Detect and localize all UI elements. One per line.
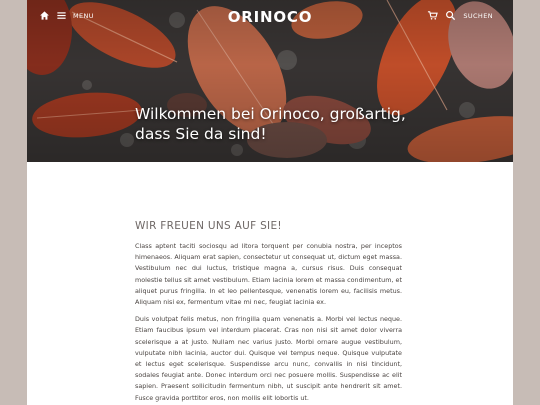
section-heading: WIR FREUEN UNS AUF SIE! xyxy=(135,220,282,232)
hero-banner: MENU ORINOCO SUCHEN Wilkommen bei Orinoc… xyxy=(27,0,513,162)
paragraph: Class aptent taciti sociosqu ad litora t… xyxy=(135,242,402,307)
site-logo[interactable]: ORINOCO xyxy=(27,8,513,26)
paragraph: Duis volutpat felis metus, non fringilla… xyxy=(135,315,402,402)
main-content: WIR FREUEN UNS AUF SIE! Class aptent tac… xyxy=(135,220,402,405)
page: MENU ORINOCO SUCHEN Wilkommen bei Orinoc… xyxy=(27,0,513,405)
hero-title: Wilkommen bei Orinoco, großartig, dass S… xyxy=(135,105,406,143)
top-navigation: MENU ORINOCO SUCHEN xyxy=(27,0,513,34)
